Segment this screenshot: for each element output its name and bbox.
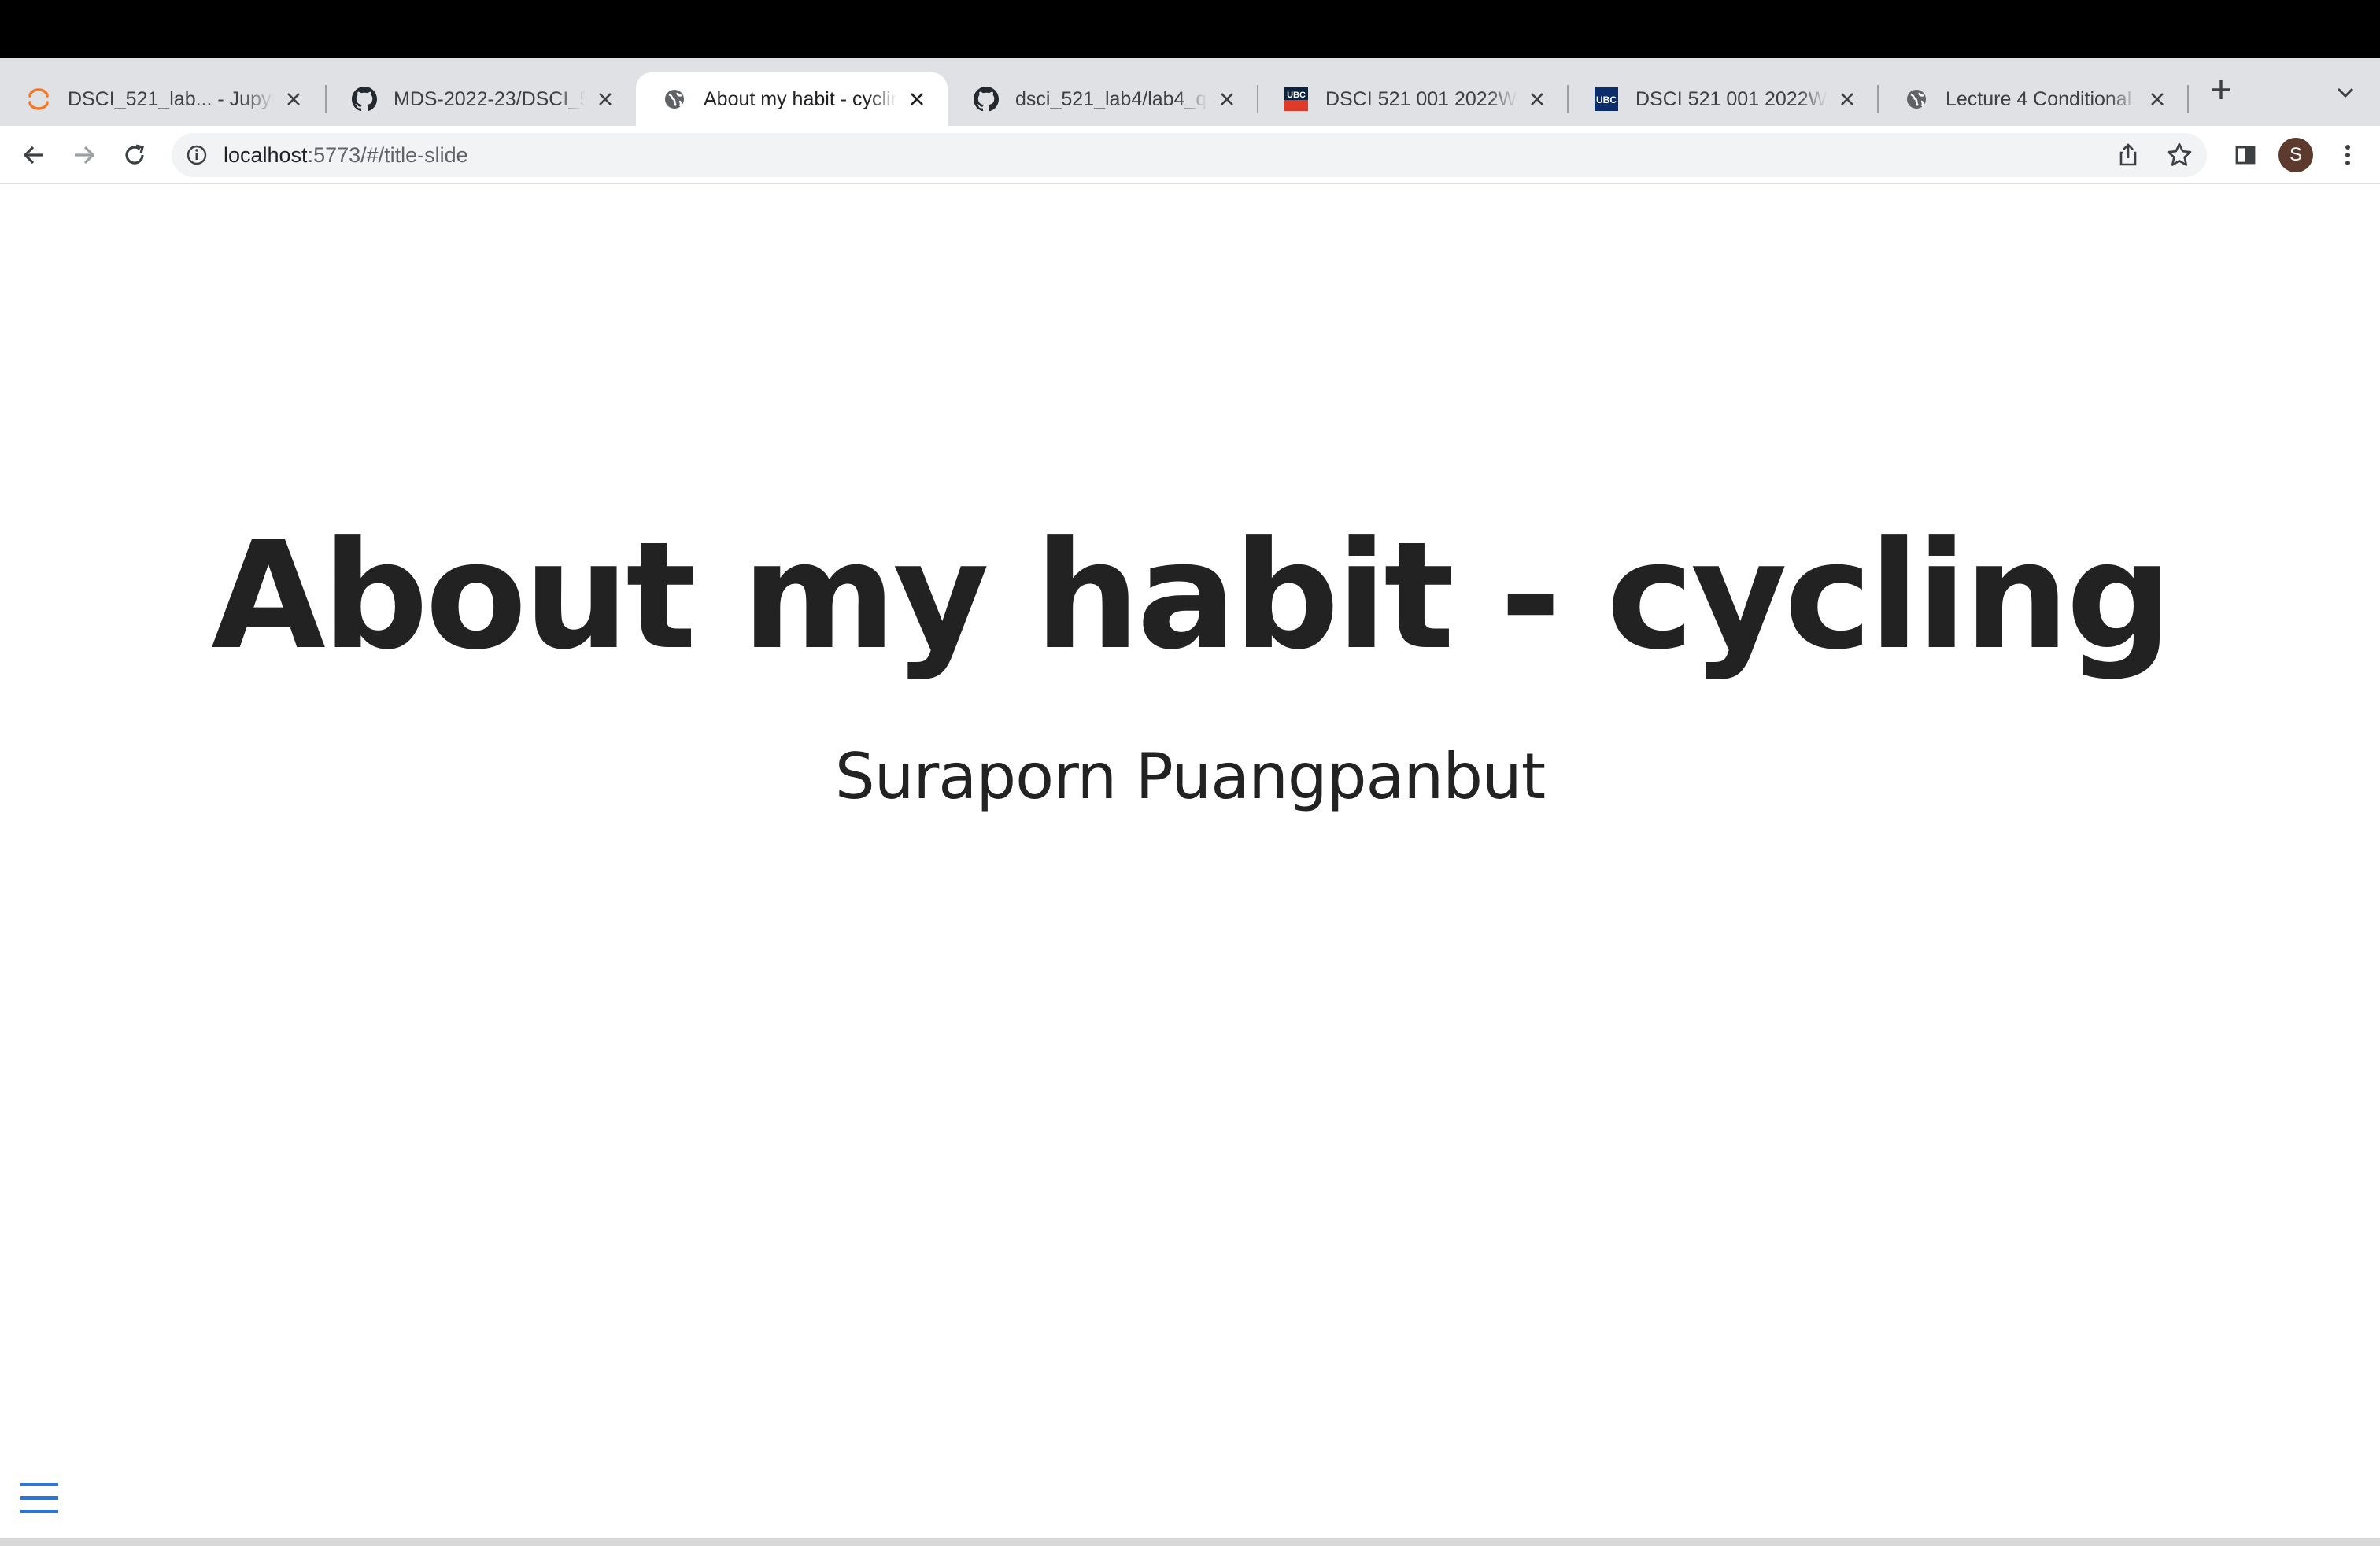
url-text: localhost:5773/#/title-slide [224, 133, 468, 177]
slide-author: Suraporn Puangpanbut [834, 740, 1546, 813]
tab-title: About my habit - cycling [704, 87, 897, 110]
chevron-down-icon [2337, 87, 2354, 98]
slide-title: About my habit - cycling [211, 510, 2172, 682]
close-icon[interactable] [1835, 87, 1859, 111]
tab-search-button[interactable] [2330, 77, 2361, 109]
svg-text:UBC: UBC [1287, 91, 1306, 100]
slide-viewport [0, 184, 2380, 1538]
close-icon[interactable] [1525, 87, 1549, 111]
tab-title: MDS-2022-23/DSCI_521 [394, 87, 586, 110]
more-vertical-icon [2345, 145, 2350, 165]
globe-icon [1903, 86, 1930, 113]
plus-icon [2212, 80, 2230, 99]
url-host: localhost [224, 143, 308, 167]
arrow-left-icon [23, 146, 43, 165]
slide-menu-button[interactable] [19, 1480, 60, 1516]
tab-canvas-course[interactable]: UBC DSCI 521 001 2022W1 Canvas [1258, 72, 1568, 126]
ubc-canvas-icon: UBC [1283, 86, 1310, 113]
globe-icon [661, 86, 688, 113]
info-icon[interactable] [186, 144, 208, 166]
forward-button[interactable] [65, 135, 104, 175]
tab-title: Lecture 4 Conditional Probability [1946, 87, 2138, 110]
tab-title: DSCI 521 001 2022W1 Canvas [1635, 87, 1828, 110]
tab-about-my-habit[interactable]: About my habit - cycling [636, 72, 948, 126]
jupyter-icon [25, 86, 52, 113]
hamburger-menu-icon [20, 1483, 58, 1513]
tab-title: dsci_521_lab4/lab4_quarto [1015, 87, 1207, 110]
tab-jupyter-lab[interactable]: DSCI_521_lab... - Jupyter [0, 72, 324, 126]
tab-separator [2187, 85, 2189, 113]
github-icon [973, 86, 1000, 113]
side-panel-button[interactable] [2227, 137, 2264, 173]
close-icon[interactable] [905, 87, 929, 111]
close-icon[interactable] [282, 87, 305, 111]
address-bar[interactable]: localhost:5773/#/title-slide [172, 133, 2207, 177]
close-icon[interactable] [1215, 87, 1239, 111]
browser-menu-button[interactable] [2330, 137, 2366, 173]
browser-toolbar: localhost:5773/#/title-slide S [0, 126, 2380, 184]
side-panel-icon [2235, 146, 2256, 165]
url-path: :5773/#/title-slide [307, 143, 468, 167]
bookmark-star-icon[interactable] [2166, 142, 2193, 168]
tab-github-lab4[interactable]: dsci_521_lab4/lab4_quarto [948, 72, 1258, 126]
close-icon[interactable] [2145, 87, 2169, 111]
reload-button[interactable] [115, 135, 154, 175]
tab-strip: DSCI_521_lab... - Jupyter MDS-2022-23/DS… [0, 58, 2380, 126]
reload-icon [125, 144, 144, 165]
slide-progress-bar [0, 1538, 2380, 1546]
share-icon[interactable] [2116, 142, 2141, 168]
ubc-icon: UBC [1593, 86, 1620, 113]
close-icon[interactable] [593, 87, 617, 111]
back-button[interactable] [14, 135, 54, 175]
tab-github-mds[interactable]: MDS-2022-23/DSCI_521 [326, 72, 636, 126]
tab-title: DSCI 521 001 2022W1 Canvas [1325, 87, 1517, 110]
tab-canvas-course-2[interactable]: UBC DSCI 521 001 2022W1 Canvas [1568, 72, 1878, 126]
os-top-bar [0, 0, 2380, 58]
github-icon [351, 86, 378, 113]
tab-lecture-4[interactable]: Lecture 4 Conditional Probability [1878, 72, 2188, 126]
tab-title: DSCI_521_lab... - Jupyter [68, 87, 274, 110]
profile-avatar[interactable]: S [2278, 138, 2313, 172]
svg-text:UBC: UBC [1596, 94, 1617, 105]
arrow-right-icon [75, 146, 95, 165]
new-tab-button[interactable] [2204, 72, 2238, 107]
